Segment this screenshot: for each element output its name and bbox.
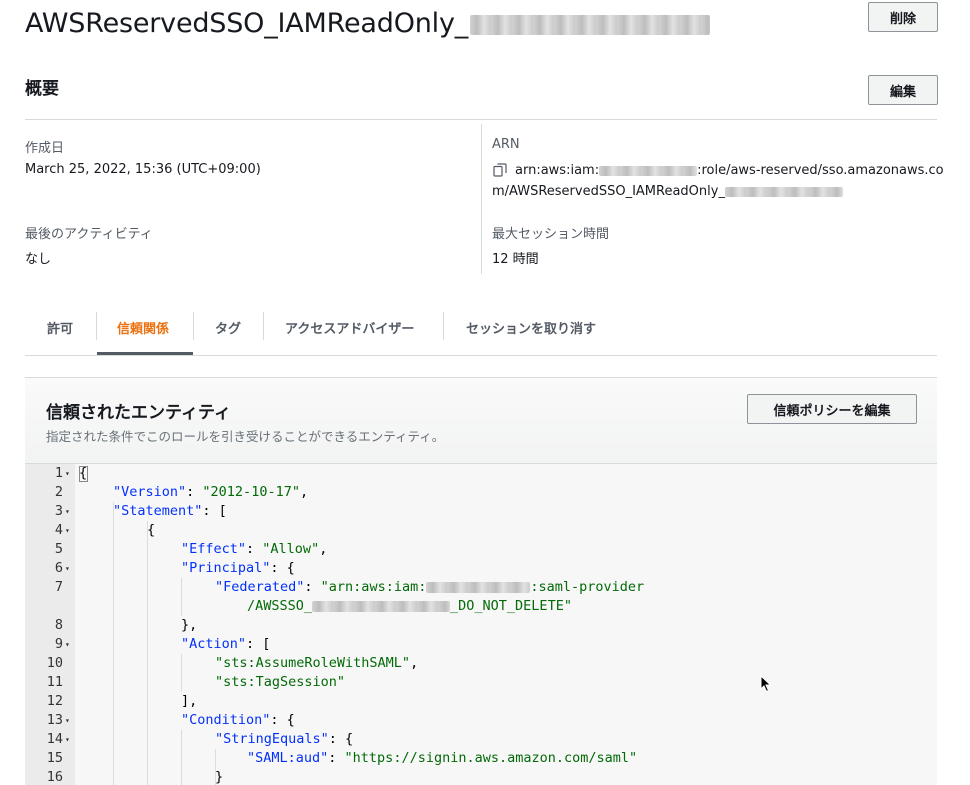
code-text: { — [147, 522, 156, 538]
code-line: { — [25, 464, 937, 483]
code-text: ], — [181, 693, 198, 709]
json-key: "StringEquals" — [215, 731, 329, 747]
json-key: "Action" — [181, 636, 247, 652]
summary-title: 概要 — [25, 79, 59, 99]
mouse-cursor-icon — [760, 675, 772, 693]
json-key: "Condition" — [181, 712, 271, 728]
code-text: { — [79, 465, 88, 481]
arn-role-path: :role/aws-reserved/sso.amazonaws.co — [697, 163, 944, 178]
code-text: "SAML:aud": "https://signin.aws.amazon.c… — [247, 750, 638, 766]
redacted-account-id — [426, 581, 531, 593]
json-string: "arn:aws:iam: — [320, 579, 427, 595]
code-line: /AWSSSO_ _DO_NOT_DELETE" — [25, 597, 937, 616]
code-line: "SAML:aud": "https://signin.aws.amazon.c… — [25, 749, 937, 768]
json-key: "Version" — [113, 484, 187, 500]
code-line: "Version": "2012-10-17", — [25, 483, 937, 502]
code-line: "Statement": [ — [25, 502, 937, 521]
code-text: /AWSSSO_ _DO_NOT_DELETE" — [247, 597, 572, 616]
created-value: March 25, 2022, 15:36 (UTC+09:00) — [25, 162, 261, 177]
role-name-text: AWSReservedSSO_IAMReadOnly_ — [25, 8, 469, 39]
code-text: "StringEquals": { — [215, 731, 354, 747]
json-string: "2012-10-17" — [202, 484, 300, 500]
last-activity-label: 最後のアクティビティ — [25, 227, 153, 242]
tab-divider — [193, 312, 194, 340]
tab-divider — [96, 312, 97, 340]
json-key: "Federated" — [215, 579, 305, 595]
tab-access-advisor[interactable]: アクセスアドバイザー — [285, 318, 414, 337]
summary-divider — [25, 119, 937, 120]
arn-label: ARN — [492, 137, 520, 152]
tabs-divider — [25, 355, 937, 356]
last-activity-value: なし — [25, 252, 52, 267]
edit-trust-policy-button[interactable]: 信頼ポリシーを編集 — [747, 394, 917, 424]
tab-trust-relationships[interactable]: 信頼関係 — [117, 318, 169, 337]
summary-column-divider — [481, 124, 482, 274]
json-string: _DO_NOT_DELETE" — [450, 598, 572, 614]
redacted-role-suffix — [724, 186, 843, 197]
code-text: "Effect": "Allow", — [181, 541, 328, 557]
tab-revoke-sessions[interactable]: セッションを取り消す — [466, 318, 596, 337]
code-line: ], — [25, 692, 937, 711]
redacted-account-id — [470, 14, 711, 35]
panel-header: 信頼されたエンティティ 指定された条件でこのロールを引き受けることができるエンテ… — [25, 378, 937, 464]
copy-icon[interactable] — [493, 163, 507, 177]
json-string: "sts:AssumeRoleWithSAML" — [215, 655, 411, 671]
tab-divider — [263, 312, 264, 340]
code-line: "Condition": { — [25, 711, 937, 730]
json-key: "Effect" — [181, 541, 247, 557]
code-text: "Condition": { — [181, 712, 295, 728]
code-line: }, — [25, 616, 937, 635]
code-text: "Federated": "arn:aws:iam::saml-provider — [215, 579, 645, 595]
policy-json-editor[interactable]: 1 ▾ 2 3 ▾ 4 ▾ 5 6 ▾ 7 8 9 ▾ 10 11 12 13 ▾ 14 ▾ 15 16 { "Versio… — [25, 464, 937, 785]
json-string: "Allow" — [262, 541, 320, 557]
code-text: "Version": "2012-10-17", — [113, 484, 309, 500]
trusted-entities-panel: 信頼されたエンティティ 指定された条件でこのロールを引き受けることができるエンテ… — [25, 377, 937, 785]
arn-role-name: m/AWSReservedSSO_IAMReadOnly_ — [492, 184, 725, 199]
json-string: "sts:TagSession" — [215, 674, 346, 690]
code-line: "Effect": "Allow", — [25, 540, 937, 559]
json-string: "https://signin.aws.amazon.com/saml" — [344, 750, 638, 766]
created-label: 作成日 — [25, 141, 65, 156]
code-line: "sts:AssumeRoleWithSAML", — [25, 654, 937, 673]
code-text: }, — [181, 617, 198, 633]
json-key: "SAML:aud" — [247, 750, 329, 766]
tab-tags[interactable]: タグ — [215, 318, 241, 337]
redacted-account-id — [599, 165, 698, 176]
json-key: "Statement" — [113, 503, 203, 519]
code-line: "Action": [ — [25, 635, 937, 654]
code-line: "StringEquals": { — [25, 730, 937, 749]
panel-description: 指定された条件でこのロールを引き受けることができるエンティティ。 — [46, 429, 445, 444]
max-session-value: 12 時間 — [492, 252, 539, 267]
code-line: { — [25, 521, 937, 540]
code-line: } — [25, 768, 937, 785]
code-line: "Principal": { — [25, 559, 937, 578]
panel-title: 信頼されたエンティティ — [46, 403, 231, 423]
tab-divider — [443, 312, 444, 340]
redacted-provider-id — [312, 600, 451, 612]
code-text: "Principal": { — [181, 560, 295, 576]
json-key: "Principal" — [181, 560, 271, 576]
code-text: "sts:TagSession" — [215, 673, 345, 692]
max-session-label: 最大セッション時間 — [492, 227, 610, 242]
json-string: /AWSSSO_ — [247, 598, 313, 614]
code-text: "Statement": [ — [113, 503, 227, 519]
json-string: :saml-provider — [530, 579, 645, 595]
code-text: "sts:AssumeRoleWithSAML", — [215, 655, 419, 671]
arn-value-line-2: m/AWSReservedSSO_IAMReadOnly_ — [492, 184, 843, 199]
code-text: "Action": [ — [181, 636, 271, 652]
page-title: AWSReservedSSO_IAMReadOnly_ — [25, 8, 711, 39]
arn-value-line-1: arn:aws:iam: :role/aws-reserved/sso.amazo… — [515, 163, 944, 178]
code-text: } — [215, 769, 224, 785]
tab-permissions[interactable]: 許可 — [47, 318, 73, 337]
delete-button[interactable]: 削除 — [868, 2, 938, 32]
edit-summary-button[interactable]: 編集 — [868, 75, 938, 105]
code-line: "Federated": "arn:aws:iam::saml-provider — [25, 578, 937, 597]
arn-prefix: arn:aws:iam: — [515, 163, 600, 178]
code-line: "sts:TagSession" — [25, 673, 937, 692]
